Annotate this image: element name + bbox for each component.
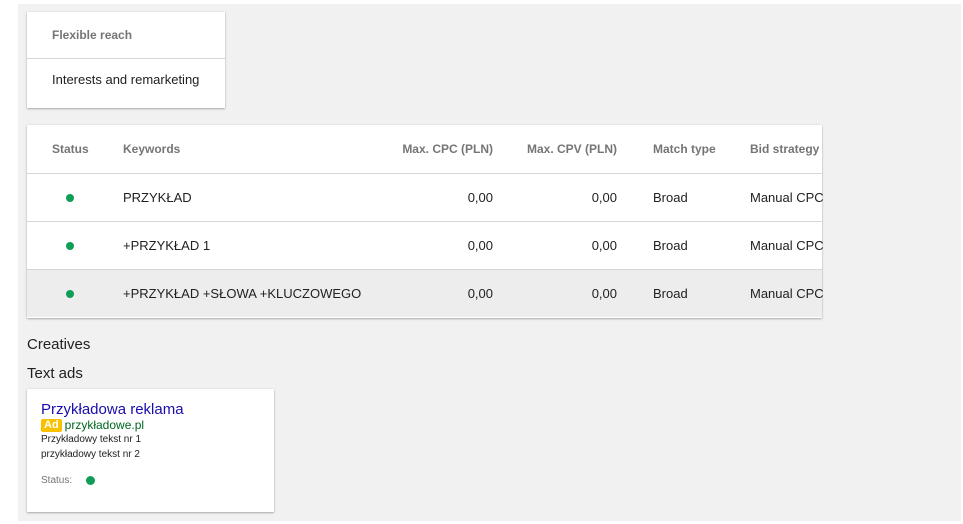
ad-status-label: Status: xyxy=(41,475,73,486)
status-dot-icon xyxy=(66,194,74,202)
keyword-cell[interactable]: PRZYKŁAD xyxy=(123,173,373,222)
match-type-cell[interactable]: Broad xyxy=(617,221,750,270)
status-cell xyxy=(27,221,123,270)
ad-status: Status: xyxy=(41,475,96,486)
keywords-table-card: Status Keywords Max. CPC (PLN) Max. CPV … xyxy=(27,125,824,318)
ad-headline[interactable]: Przykładowa reklama xyxy=(41,401,184,418)
match-type-cell[interactable]: Broad xyxy=(617,269,750,317)
flexible-reach-header: Flexible reach xyxy=(27,12,225,59)
keywords-table: Status Keywords Max. CPC (PLN) Max. CPV … xyxy=(27,125,824,317)
flexible-reach-value: Interests and remarketing xyxy=(52,71,200,87)
col-max-cpv[interactable]: Max. CPV (PLN) xyxy=(493,125,617,174)
col-keywords[interactable]: Keywords xyxy=(123,125,373,174)
ad-url-line: Ad przykładowe.pl xyxy=(41,418,144,432)
max-cpv-cell[interactable]: 0,00 xyxy=(493,221,617,270)
status-cell xyxy=(27,269,123,317)
bid-strategy-cell[interactable]: Manual CPC xyxy=(750,269,824,317)
col-status[interactable]: Status xyxy=(27,125,123,174)
content-area: Flexible reach Interests and remarketing… xyxy=(18,4,961,521)
status-dot-icon xyxy=(66,290,74,298)
creatives-heading: Creatives xyxy=(27,336,91,353)
keyword-cell[interactable]: +PRZYKŁAD +SŁOWA +KLUCZOWEGO xyxy=(123,269,373,317)
max-cpv-cell[interactable]: 0,00 xyxy=(493,269,617,317)
table-row[interactable]: +PRZYKŁAD +SŁOWA +KLUCZOWEGO 0,00 0,00 B… xyxy=(27,269,824,317)
status-dot-icon xyxy=(86,476,96,485)
col-max-cpc[interactable]: Max. CPC (PLN) xyxy=(373,125,493,174)
flexible-reach-card: Flexible reach Interests and remarketing xyxy=(27,12,225,108)
table-header-row: Status Keywords Max. CPC (PLN) Max. CPV … xyxy=(27,125,822,174)
keyword-cell[interactable]: +PRZYKŁAD 1 xyxy=(123,221,373,270)
bid-strategy-cell[interactable]: Manual CPC xyxy=(750,173,824,222)
status-dot-icon xyxy=(66,242,74,250)
status-cell xyxy=(27,173,123,222)
ad-description-1: Przykładowy tekst nr 1 xyxy=(41,434,142,445)
max-cpc-cell[interactable]: 0,00 xyxy=(373,173,493,222)
table-row[interactable]: PRZYKŁAD 0,00 0,00 Broad Manual CPC xyxy=(27,173,824,222)
text-ads-heading: Text ads xyxy=(27,365,83,382)
text-ad-card[interactable]: Przykładowa reklama Ad przykładowe.pl Pr… xyxy=(27,389,274,512)
col-match-type[interactable]: Match type xyxy=(617,125,750,174)
max-cpc-cell[interactable]: 0,00 xyxy=(373,221,493,270)
table-row[interactable]: +PRZYKŁAD 1 0,00 0,00 Broad Manual CPC xyxy=(27,221,824,270)
ad-display-url: przykładowe.pl xyxy=(64,418,145,432)
ad-badge: Ad xyxy=(41,418,62,432)
col-bid-strategy[interactable]: Bid strategy xyxy=(750,125,822,174)
ad-description-2: przykładowy tekst nr 2 xyxy=(41,449,140,460)
max-cpv-cell[interactable]: 0,00 xyxy=(493,173,617,222)
max-cpc-cell[interactable]: 0,00 xyxy=(373,269,493,317)
match-type-cell[interactable]: Broad xyxy=(617,173,750,222)
bid-strategy-cell[interactable]: Manual CPC xyxy=(750,221,824,270)
